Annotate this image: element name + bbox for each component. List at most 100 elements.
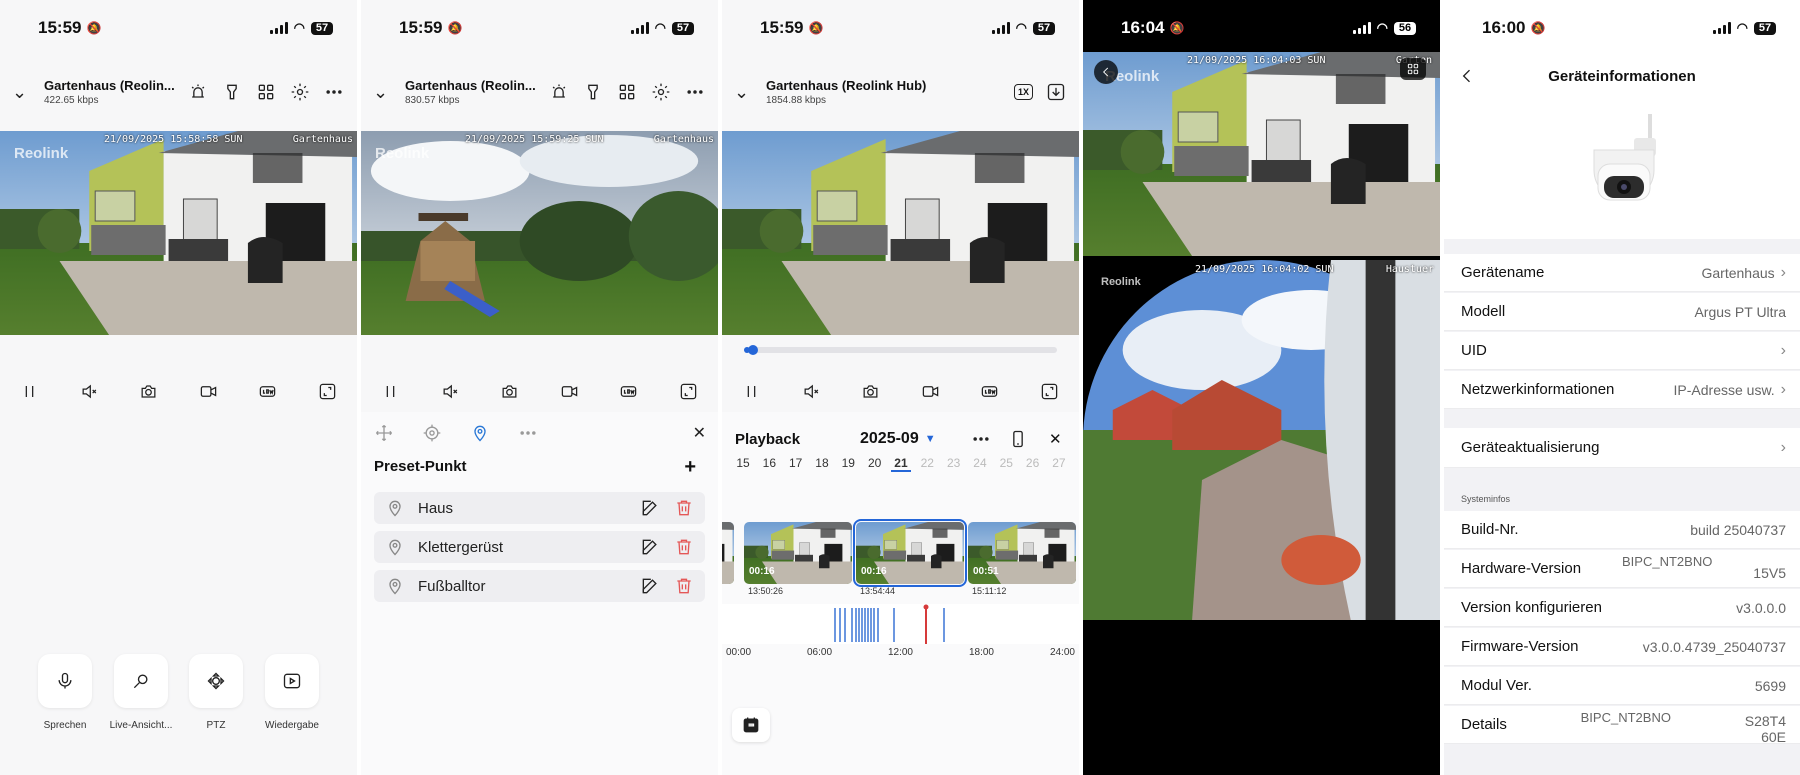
close-icon[interactable]: ✕ <box>1049 430 1062 448</box>
clip-item[interactable]: 00:16 13:50:26 <box>744 522 852 600</box>
record-icon[interactable] <box>197 380 219 402</box>
pin-icon <box>384 575 406 597</box>
gear-icon[interactable] <box>289 81 311 103</box>
playback-tool[interactable]: Wiedergabe <box>257 654 327 731</box>
live-video[interactable]: Reolink 21/09/2025 15:59:25 SUN Gartenha… <box>361 131 718 335</box>
record-icon[interactable] <box>558 380 580 402</box>
calendar-button[interactable] <box>732 708 770 742</box>
more-icon[interactable] <box>684 81 706 103</box>
download-icon[interactable] <box>1045 81 1067 103</box>
add-icon[interactable]: + <box>684 456 696 479</box>
back-button[interactable] <box>1094 60 1118 84</box>
playback-progress-handle[interactable] <box>748 345 759 355</box>
siren-icon[interactable] <box>548 81 570 103</box>
talk-tool[interactable]: Sprechen <box>30 654 100 731</box>
clip-item-selected[interactable]: 00:16 13:54:44 <box>853 519 967 600</box>
camera-title[interactable]: Gartenhaus (Reolink Hub) <box>766 78 966 93</box>
device-update-row[interactable]: Geräteaktualisierung › <box>1444 428 1800 468</box>
snapshot-icon[interactable] <box>138 380 160 402</box>
siren-icon[interactable] <box>187 81 209 103</box>
spotlight-icon[interactable] <box>221 81 243 103</box>
day-item[interactable]: 26 <box>1023 456 1043 472</box>
camera-title[interactable]: Gartenhaus (Reolin... <box>405 78 548 93</box>
multi-view-icon[interactable] <box>616 81 638 103</box>
record-icon[interactable] <box>919 380 941 402</box>
day-item[interactable]: 21 <box>890 456 911 472</box>
day-item[interactable]: 18 <box>812 456 832 472</box>
clip-item[interactable]: 00:51 15:11:12 <box>968 522 1076 600</box>
preset-item[interactable]: Klettergerüst <box>374 531 705 563</box>
clip-partial[interactable] <box>722 522 734 600</box>
day-item[interactable]: 15 <box>733 456 753 472</box>
preset-tab-icon[interactable] <box>469 422 491 444</box>
pause-icon[interactable] <box>19 380 41 402</box>
fullscreen-icon[interactable] <box>677 380 699 402</box>
bitrate-label: 830.57 kbps <box>405 95 460 106</box>
multi-view-icon[interactable] <box>255 81 277 103</box>
quality-low-icon[interactable] <box>257 380 279 402</box>
tick-label: 24:00 <box>1049 647 1075 658</box>
camera-title[interactable]: Gartenhaus (Reolin... <box>44 78 187 93</box>
fullscreen-icon[interactable] <box>1038 380 1060 402</box>
info-label: Firmware-Version <box>1461 638 1579 655</box>
edit-icon[interactable] <box>639 497 661 519</box>
quality-low-icon[interactable] <box>618 380 640 402</box>
live-search-tool[interactable]: Live-Ansicht... <box>106 654 176 731</box>
more-icon[interactable] <box>970 428 992 450</box>
mute-icon[interactable] <box>78 380 100 402</box>
chevron-down-icon[interactable]: ⌄ <box>373 82 397 103</box>
target-icon[interactable] <box>421 422 443 444</box>
day-item[interactable]: 20 <box>865 456 885 472</box>
day-item[interactable]: 27 <box>1049 456 1069 472</box>
trash-icon[interactable] <box>673 575 695 597</box>
snapshot-icon[interactable] <box>499 380 521 402</box>
snapshot-icon[interactable] <box>860 380 882 402</box>
more-icon[interactable] <box>323 81 345 103</box>
layout-toggle[interactable] <box>1400 58 1426 80</box>
tool-sheet: Sprechen Live-Ansicht... PTZ Wiedergabe <box>0 412 357 775</box>
day-item[interactable]: 24 <box>970 456 990 472</box>
mute-icon[interactable] <box>800 380 822 402</box>
split-view-icon <box>1402 58 1424 80</box>
pause-icon[interactable] <box>380 380 402 402</box>
fullscreen-icon[interactable] <box>316 380 338 402</box>
edit-icon[interactable] <box>639 575 661 597</box>
tick-label: 12:00 <box>887 647 913 658</box>
info-label: Hardware-Version <box>1461 560 1582 577</box>
timeline[interactable] <box>722 604 1079 644</box>
close-icon[interactable]: ✕ <box>693 423 706 443</box>
chevron-left-icon[interactable] <box>1456 65 1478 87</box>
trash-icon[interactable] <box>673 497 695 519</box>
chevron-down-icon[interactable]: ⌄ <box>734 82 758 103</box>
info-row[interactable]: UID › <box>1444 332 1800 370</box>
pause-icon[interactable] <box>741 380 763 402</box>
day-item[interactable]: 19 <box>838 456 858 472</box>
trash-icon[interactable] <box>673 536 695 558</box>
doorbell-camera-video[interactable]: 21/09/2025 16:04:02 SUN Haustuer Reolink <box>1083 260 1440 620</box>
info-row[interactable]: Gerätename Gartenhaus › <box>1444 254 1800 292</box>
garden-camera-video[interactable]: Reolink 21/09/2025 16:04:03 SUN Garten <box>1083 52 1440 256</box>
day-item[interactable]: 17 <box>786 456 806 472</box>
chevron-down-icon[interactable]: ⌄ <box>12 82 36 103</box>
spotlight-icon[interactable] <box>582 81 604 103</box>
live-video[interactable]: Reolink 21/09/2025 15:58:58 SUN Gartenha… <box>0 131 357 335</box>
move-icon[interactable] <box>373 422 395 444</box>
speed-button[interactable]: 1X <box>1013 84 1033 100</box>
day-item[interactable]: 23 <box>944 456 964 472</box>
day-item[interactable]: 22 <box>917 456 937 472</box>
playback-video[interactable] <box>722 131 1079 335</box>
more-icon[interactable] <box>517 422 539 444</box>
gear-icon[interactable] <box>650 81 672 103</box>
day-item[interactable]: 25 <box>996 456 1016 472</box>
info-row[interactable]: Netzwerkinformationen IP-Adresse usw. › <box>1444 371 1800 409</box>
edit-icon[interactable] <box>639 536 661 558</box>
ptz-tool[interactable]: PTZ <box>181 654 251 731</box>
day-item[interactable]: 16 <box>759 456 779 472</box>
quality-low-icon[interactable] <box>979 380 1001 402</box>
month-selector[interactable]: 2025-09 ▼ <box>860 430 936 448</box>
preset-item[interactable]: Haus <box>374 492 705 524</box>
mute-icon[interactable] <box>439 380 461 402</box>
playback-progress[interactable] <box>744 345 1057 355</box>
preset-item[interactable]: Fußballtor <box>374 570 705 602</box>
phone-icon[interactable] <box>1007 428 1029 450</box>
